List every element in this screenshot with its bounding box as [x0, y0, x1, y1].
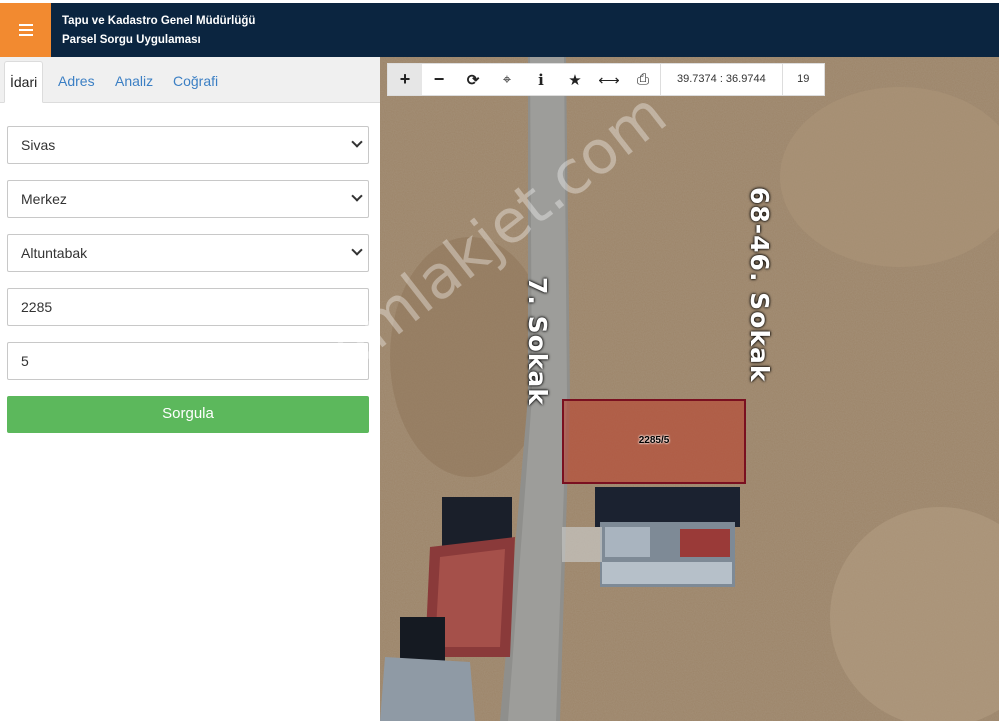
- mahalle-select[interactable]: Altuntabak: [7, 234, 369, 272]
- parsel-input-value: 5: [21, 353, 29, 369]
- star-icon: ★: [568, 71, 582, 89]
- plus-icon: +: [399, 69, 411, 89]
- parsel-input[interactable]: 5: [7, 342, 369, 380]
- menu-button[interactable]: [0, 3, 51, 57]
- street-label-68-46-sokak: 68-46. Sokak: [745, 187, 774, 383]
- locate-button[interactable]: ⌖: [490, 64, 524, 95]
- header-titles: Tapu ve Kadastro Genel Müdürlüğü Parsel …: [62, 12, 255, 50]
- hamburger-icon: [18, 24, 33, 36]
- measure-icon: ⟷: [598, 71, 620, 89]
- zoom-out-button[interactable]: −: [422, 64, 456, 95]
- map-view[interactable]: + − ⟳ ⌖ i ★ ⟷ ⎙ 39.7374 : 36.9744 19 7. …: [380, 57, 999, 721]
- ilce-select-value: Merkez: [21, 191, 67, 207]
- minus-icon: −: [433, 69, 445, 89]
- query-sidebar: İdari Adres Analiz Coğrafi Sivas Merkez …: [0, 57, 380, 721]
- print-button[interactable]: ⎙: [626, 64, 660, 95]
- il-select-value: Sivas: [21, 137, 56, 153]
- refresh-icon: ⟳: [466, 71, 480, 89]
- info-button[interactable]: i: [524, 64, 558, 95]
- tab-idari[interactable]: İdari: [4, 61, 44, 103]
- app: Tapu ve Kadastro Genel Müdürlüğü Parsel …: [0, 0, 999, 721]
- chevron-down-icon: [351, 190, 363, 202]
- parcel-label: 2285/5: [638, 435, 670, 446]
- street-label-7-sokak: 7. Sokak: [523, 277, 552, 406]
- refresh-button[interactable]: ⟳: [456, 64, 490, 95]
- tab-adres[interactable]: Adres: [53, 61, 100, 103]
- measure-button[interactable]: ⟷: [592, 64, 626, 95]
- ada-input-value: 2285: [21, 299, 53, 315]
- tab-cografi[interactable]: Coğrafi: [168, 61, 223, 103]
- sorgula-button[interactable]: Sorgula: [7, 396, 369, 433]
- tab-analiz[interactable]: Analiz: [110, 61, 158, 103]
- app-title: Tapu ve Kadastro Genel Müdürlüğü: [62, 15, 256, 27]
- mahalle-select-value: Altuntabak: [21, 245, 88, 261]
- ilce-select[interactable]: Merkez: [7, 180, 369, 218]
- satellite-imagery: [380, 57, 999, 721]
- favorite-button[interactable]: ★: [558, 64, 592, 95]
- chevron-down-icon: [351, 244, 363, 256]
- ada-input[interactable]: 2285: [7, 288, 369, 326]
- app-header: Tapu ve Kadastro Genel Müdürlüğü Parsel …: [0, 0, 999, 57]
- zoom-level-readout: 19: [781, 64, 824, 95]
- print-icon: ⎙: [636, 71, 649, 88]
- locate-icon: ⌖: [502, 71, 512, 88]
- coordinate-readout: 39.7374 : 36.9744: [660, 64, 782, 95]
- tab-bar: İdari Adres Analiz Coğrafi: [0, 57, 380, 103]
- parcel-highlight[interactable]: 2285/5: [562, 399, 746, 484]
- app-subtitle: Parsel Sorgu Uygulaması: [62, 34, 201, 46]
- zoom-in-button[interactable]: +: [388, 64, 422, 95]
- il-select[interactable]: Sivas: [7, 126, 369, 164]
- chevron-down-icon: [351, 136, 363, 148]
- info-icon: i: [538, 70, 544, 89]
- map-toolbar: + − ⟳ ⌖ i ★ ⟷ ⎙ 39.7374 : 36.9744 19: [387, 63, 825, 96]
